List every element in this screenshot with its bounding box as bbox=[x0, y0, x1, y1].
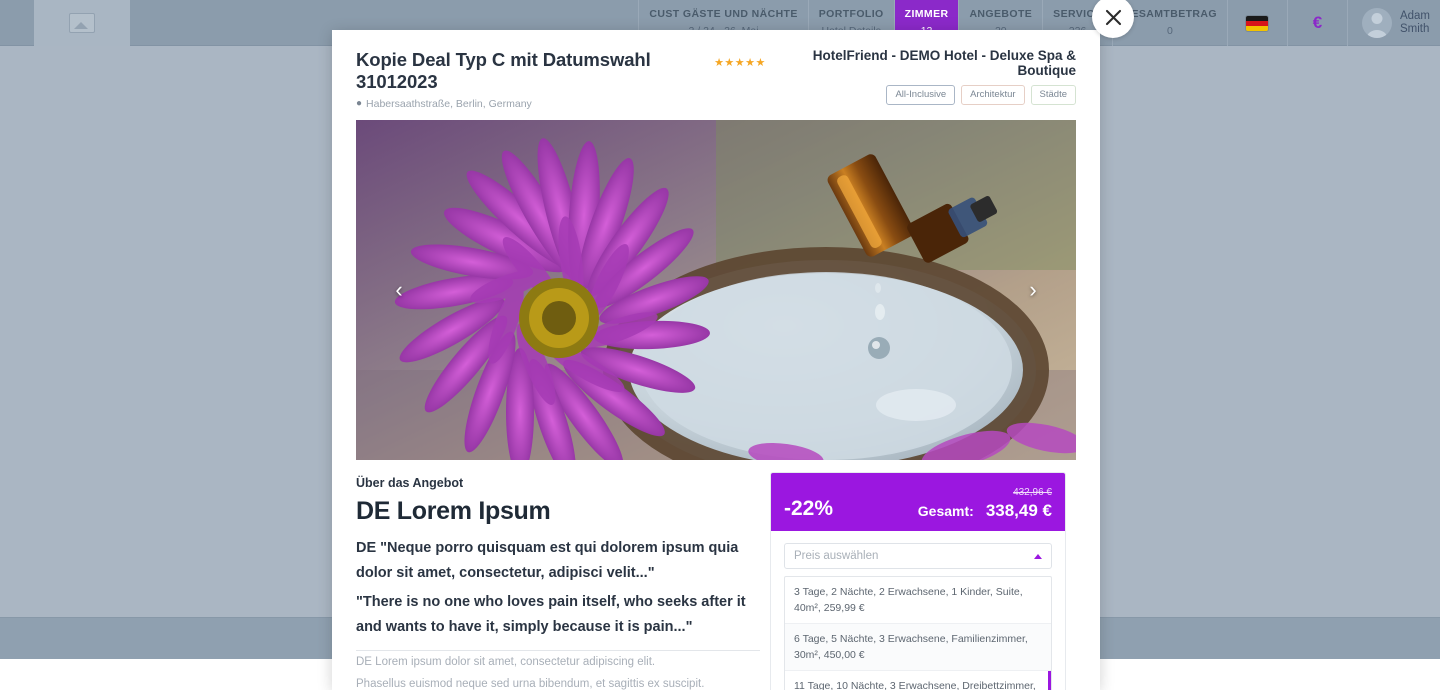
nav-label: CUST GÄSTE UND NÄCHTE bbox=[649, 8, 797, 20]
chevron-left-icon: ‹ bbox=[395, 277, 402, 303]
currency-selector[interactable]: € bbox=[1287, 0, 1347, 46]
user-name: Adam Smith bbox=[1400, 10, 1430, 36]
deal-location-text: Habersaathstraße, Berlin, Germany bbox=[366, 98, 532, 110]
euro-icon: € bbox=[1313, 13, 1322, 33]
discount-badge: -22% bbox=[784, 497, 833, 521]
nav-value: 0 bbox=[1167, 25, 1173, 37]
chip-staedte[interactable]: Städte bbox=[1031, 85, 1076, 105]
language-selector[interactable] bbox=[1227, 0, 1287, 46]
deal-details-modal: Kopie Deal Typ C mit Datumswahl 31012023… bbox=[332, 30, 1100, 690]
close-icon bbox=[1105, 9, 1122, 26]
modal-header-left: Kopie Deal Typ C mit Datumswahl 31012023… bbox=[356, 46, 714, 110]
category-chips: All-Inclusive Architektur Städte bbox=[714, 85, 1076, 105]
chevron-right-icon: › bbox=[1029, 277, 1036, 303]
about-quote-2: "There is no one who loves pain itself, … bbox=[356, 590, 760, 640]
hotel-name: HotelFriend - DEMO Hotel - Deluxe Spa & … bbox=[774, 48, 1076, 78]
gallery-next-button[interactable]: › bbox=[1020, 270, 1046, 310]
nav-label: ZIMMER bbox=[905, 8, 949, 20]
deal-location: ● Habersaathstraße, Berlin, Germany bbox=[356, 98, 714, 110]
gallery-prev-button[interactable]: ‹ bbox=[386, 270, 412, 310]
price-option[interactable]: 3 Tage, 2 Nächte, 2 Erwachsene, 1 Kinder… bbox=[785, 577, 1051, 624]
map-pin-icon: ● bbox=[356, 99, 362, 109]
price-header: -22% 432,96 € Gesamt: 338,49 € bbox=[771, 473, 1065, 531]
chip-architektur[interactable]: Architektur bbox=[961, 85, 1024, 105]
price-select-placeholder: Preis auswählen bbox=[794, 550, 878, 562]
avatar bbox=[1362, 8, 1392, 38]
nav-label: GESAMTBETRAG bbox=[1123, 8, 1217, 20]
about-quote-1: DE "Neque porro quisquam est qui dolorem… bbox=[356, 536, 760, 586]
price-column: -22% 432,96 € Gesamt: 338,49 € Preis aus… bbox=[770, 472, 1066, 690]
price-option[interactable]: 11 Tage, 10 Nächte, 3 Erwachsene, Dreibe… bbox=[785, 671, 1051, 690]
user-menu[interactable]: Adam Smith bbox=[1347, 0, 1440, 46]
old-price: 432,96 € bbox=[1013, 487, 1052, 498]
gallery-photo bbox=[356, 120, 1076, 460]
total-price: 338,49 € bbox=[986, 501, 1052, 521]
modal-body: Über das Angebot DE Lorem Ipsum DE "Nequ… bbox=[332, 460, 1100, 690]
nav-label: PORTFOLIO bbox=[819, 8, 884, 20]
price-options-list: 3 Tage, 2 Nächte, 2 Erwachsene, 1 Kinder… bbox=[784, 576, 1052, 690]
image-gallery[interactable]: ‹ › bbox=[356, 120, 1076, 460]
hotel-line: ★★★★★ HotelFriend - DEMO Hotel - Deluxe … bbox=[714, 48, 1076, 78]
price-option[interactable]: 6 Tage, 5 Nächte, 3 Erwachsene, Familien… bbox=[785, 624, 1051, 671]
page-title: Kopie Deal Typ C mit Datumswahl 31012023 bbox=[356, 49, 714, 93]
price-card: -22% 432,96 € Gesamt: 338,49 € Preis aus… bbox=[770, 472, 1066, 690]
modal-header: Kopie Deal Typ C mit Datumswahl 31012023… bbox=[332, 30, 1100, 120]
caret-up-icon bbox=[1034, 554, 1042, 559]
about-section-label: Über das Angebot bbox=[356, 476, 760, 490]
about-column: Über das Angebot DE Lorem Ipsum DE "Nequ… bbox=[356, 472, 760, 690]
chip-all-inclusive[interactable]: All-Inclusive bbox=[886, 85, 955, 105]
german-flag-icon bbox=[1246, 16, 1268, 31]
total-label: Gesamt: bbox=[918, 503, 974, 519]
nav-label: ANGEBOTE bbox=[969, 8, 1032, 20]
about-title: DE Lorem Ipsum bbox=[356, 496, 760, 526]
total-price-row: Gesamt: 338,49 € bbox=[918, 501, 1052, 521]
modal-header-right: ★★★★★ HotelFriend - DEMO Hotel - Deluxe … bbox=[714, 46, 1076, 105]
about-paragraph: Phasellus euismod neque sed urna bibendu… bbox=[356, 673, 760, 690]
price-summary: 432,96 € Gesamt: 338,49 € bbox=[918, 482, 1052, 521]
star-rating: ★★★★★ bbox=[714, 58, 766, 69]
price-select[interactable]: Preis auswählen bbox=[784, 543, 1052, 569]
about-paragraph: DE Lorem ipsum dolor sit amet, consectet… bbox=[356, 651, 760, 673]
price-body: Preis auswählen 3 Tage, 2 Nächte, 2 Erwa… bbox=[771, 531, 1065, 690]
